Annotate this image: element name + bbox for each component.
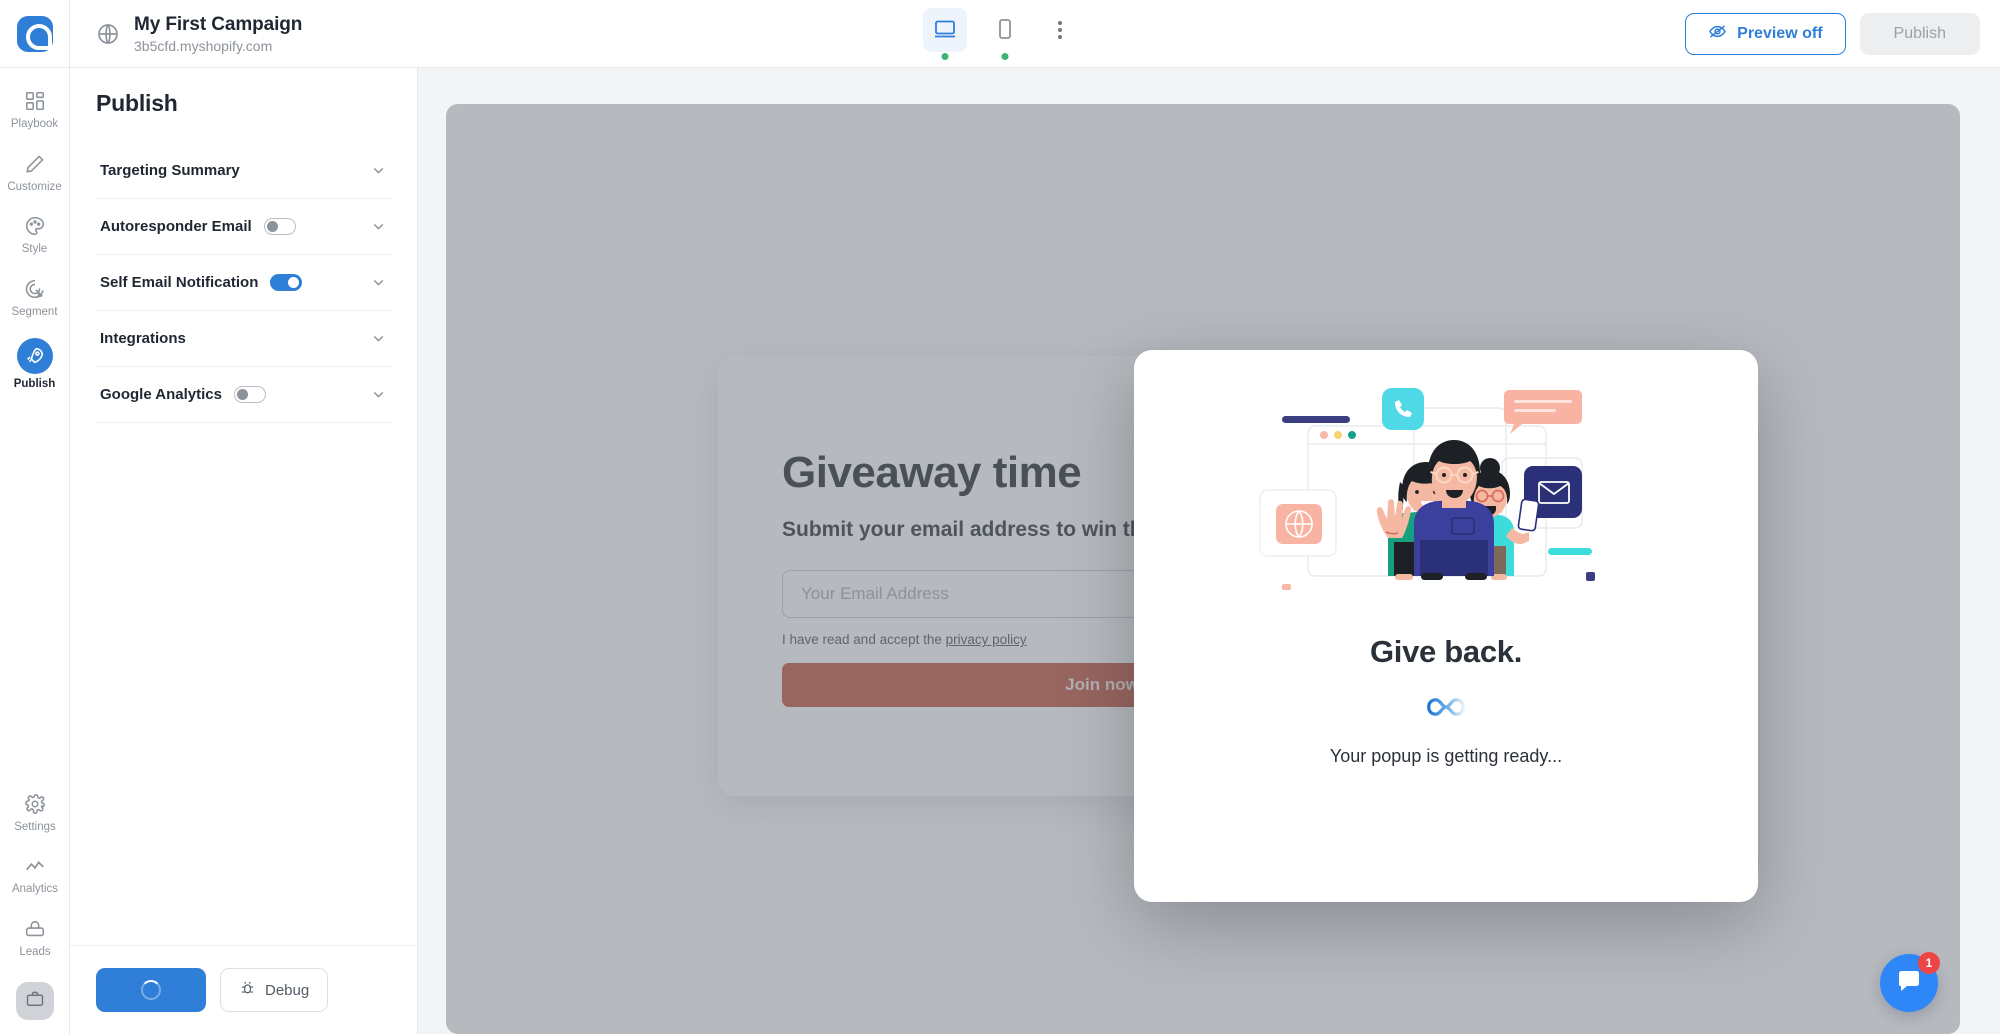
preview-toggle-button[interactable]: Preview off — [1685, 13, 1846, 55]
chat-bubble-icon — [1895, 967, 1923, 1000]
eye-off-icon — [1708, 22, 1727, 46]
section-google-analytics[interactable]: Google Analytics — [96, 367, 391, 423]
top-bar-actions: Preview off Publish — [1685, 0, 1980, 68]
sidebar-label-segment: Segment — [11, 305, 58, 318]
device-toggle-group — [923, 8, 1077, 60]
chevron-down-icon — [370, 162, 387, 179]
section-label: Targeting Summary — [100, 162, 240, 179]
loading-modal: Give back. Your popup is getting ready..… — [1134, 350, 1758, 902]
modal-heading: Give back. — [1369, 634, 1523, 669]
gear-icon — [22, 791, 48, 817]
section-targeting-summary[interactable]: Targeting Summary — [96, 143, 391, 199]
sidebar-label-settings: Settings — [14, 820, 56, 833]
target-icon — [22, 276, 48, 302]
briefcase-icon — [25, 989, 45, 1014]
chat-unread-badge: 1 — [1918, 952, 1940, 974]
chart-line-icon — [22, 853, 48, 879]
sidebar-item-publish[interactable]: Publish — [0, 328, 69, 401]
preview-canvas: Giveaway time Submit your email address … — [418, 68, 2000, 1034]
campaign-title: My First Campaign — [134, 13, 303, 35]
sidebar-item-playbook[interactable]: Playbook — [0, 78, 69, 141]
panel-primary-button[interactable] — [96, 968, 206, 1012]
google-analytics-toggle[interactable] — [233, 386, 266, 403]
publish-panel: Publish Targeting Summary Autoresponder … — [70, 68, 418, 1034]
app-root: My First Campaign 3b5cfd.myshopify.com P… — [0, 0, 2000, 1034]
section-label: Autoresponder Email — [100, 218, 252, 235]
chevron-down-icon — [370, 386, 387, 403]
sidebar-label-playbook: Playbook — [10, 118, 59, 130]
section-autoresponder-email[interactable]: Autoresponder Email — [96, 199, 391, 255]
sidebar-item-analytics[interactable]: Analytics — [0, 843, 70, 906]
sidebar-rail: Playbook Customize Style Segment Publish… — [0, 68, 70, 1034]
chevron-down-icon — [370, 330, 387, 347]
sidebar-secondary-nav: Settings Analytics Leads — [0, 781, 70, 1020]
preview-toggle-label: Preview off — [1737, 25, 1823, 42]
chat-launcher-button[interactable]: 1 — [1880, 952, 1940, 1012]
page-title: Publish — [96, 90, 178, 116]
sidebar-label-publish: Publish — [13, 378, 56, 390]
bug-icon — [239, 980, 256, 1001]
team-people-illustration — [1259, 388, 1595, 590]
sidebar-label-analytics: Analytics — [11, 883, 59, 895]
app-logo[interactable] — [16, 15, 53, 52]
chevron-down-icon — [370, 218, 387, 235]
app-logo-cell — [0, 0, 70, 68]
chevron-down-icon — [370, 274, 387, 291]
sidebar-item-settings[interactable]: Settings — [0, 781, 70, 844]
palette-icon — [22, 213, 48, 239]
section-self-email-notification[interactable]: Self Email Notification — [96, 255, 391, 311]
top-bar: My First Campaign 3b5cfd.myshopify.com P… — [0, 0, 2000, 68]
device-desktop-button[interactable] — [923, 8, 967, 60]
debug-label: Debug — [265, 981, 310, 999]
campaign-info: My First Campaign 3b5cfd.myshopify.com — [70, 14, 302, 54]
sidebar-label-leads: Leads — [19, 945, 51, 958]
desktop-icon — [933, 17, 957, 44]
leads-icon — [22, 916, 48, 942]
grid-icon — [22, 88, 48, 114]
device-mobile-button[interactable] — [983, 8, 1027, 60]
workspace-avatar[interactable] — [16, 982, 54, 1020]
section-integrations[interactable]: Integrations — [96, 311, 391, 367]
sidebar-primary-nav: Playbook Customize Style Segment Publish — [0, 68, 69, 401]
kebab-menu-icon[interactable] — [1043, 8, 1077, 52]
autoresponder-email-toggle[interactable] — [263, 218, 296, 235]
mobile-status-dot — [1001, 53, 1009, 60]
pencil-icon — [22, 151, 48, 177]
publish-sections-list: Targeting Summary Autoresponder Email Se… — [96, 143, 391, 423]
preview-stage: Giveaway time Submit your email address … — [446, 104, 1960, 1034]
campaign-url: 3b5cfd.myshopify.com — [134, 37, 273, 54]
sidebar-label-customize: Customize — [7, 180, 62, 193]
infinity-spinner-icon — [1427, 698, 1465, 716]
debug-button[interactable]: Debug — [220, 968, 329, 1012]
desktop-status-dot — [941, 53, 949, 60]
sidebar-item-leads[interactable]: Leads — [0, 906, 70, 969]
globe-icon — [96, 22, 120, 46]
publish-button[interactable]: Publish — [1859, 13, 1980, 55]
sidebar-item-style[interactable]: Style — [0, 203, 69, 266]
self-email-notification-toggle[interactable] — [270, 274, 303, 291]
mobile-icon — [993, 17, 1017, 44]
rocket-icon — [16, 338, 53, 374]
section-label: Self Email Notification — [100, 274, 259, 291]
section-label: Google Analytics — [100, 386, 222, 403]
section-label: Integrations — [100, 330, 186, 347]
sidebar-label-style: Style — [21, 243, 48, 255]
panel-footer: Debug — [70, 945, 418, 1034]
modal-status-text: Your popup is getting ready... — [1329, 746, 1563, 766]
sidebar-item-segment[interactable]: Segment — [0, 266, 69, 329]
loading-spinner-icon — [141, 980, 161, 1000]
sidebar-item-customize[interactable]: Customize — [0, 141, 69, 204]
